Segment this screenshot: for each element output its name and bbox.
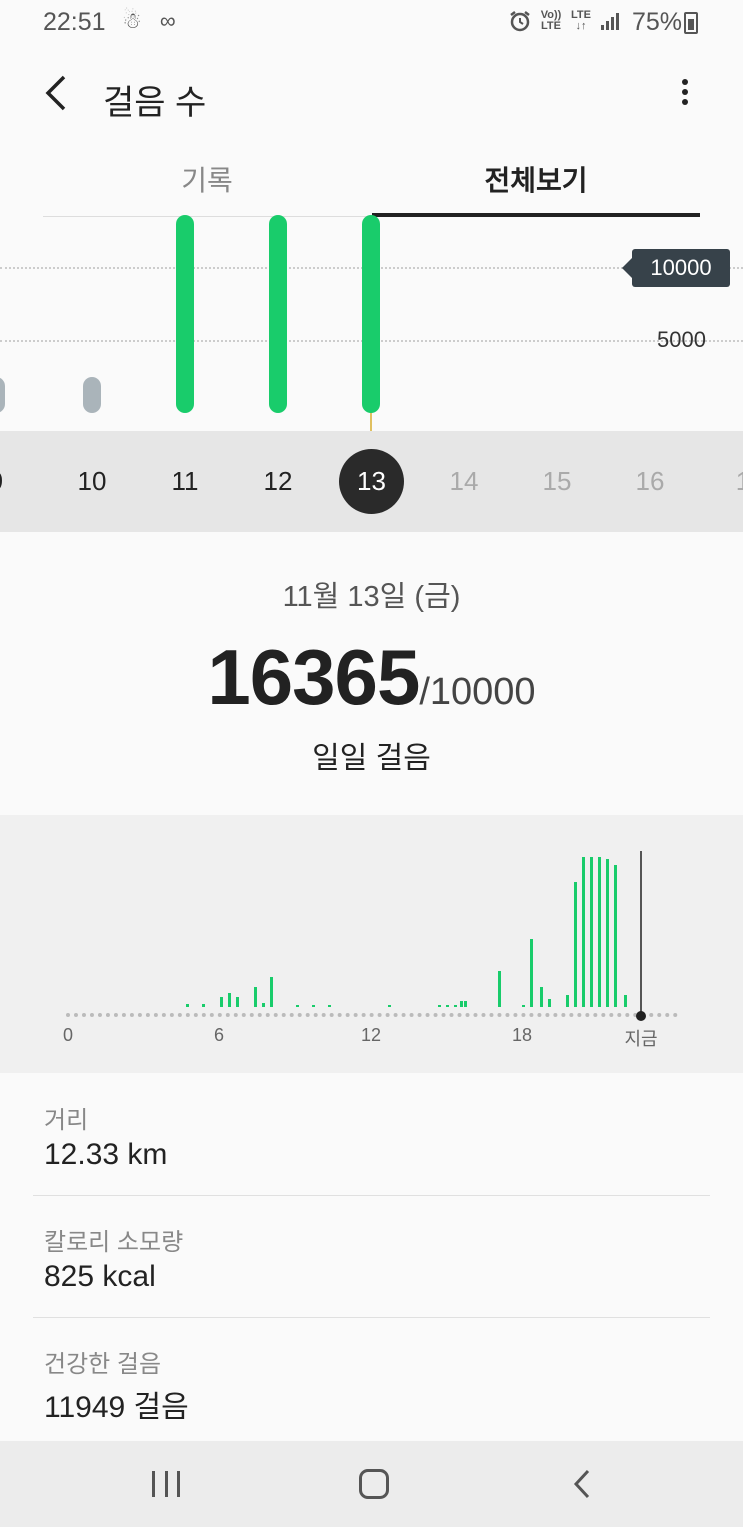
hourly-bar xyxy=(228,993,231,1007)
hourly-bar xyxy=(446,1005,449,1007)
alarm-icon xyxy=(510,11,530,32)
date-selector: 9 10 11 12 13 14 15 16 1 xyxy=(0,431,743,532)
hourly-bar xyxy=(464,1001,467,1007)
goal-badge: 10000 xyxy=(622,249,730,287)
date-item[interactable]: 10 xyxy=(62,466,122,497)
hourly-bar xyxy=(606,859,609,1007)
battery-icon xyxy=(684,12,698,34)
hourly-bar xyxy=(328,1005,331,1007)
nav-back-button[interactable] xyxy=(570,1467,594,1501)
hourly-bar xyxy=(438,1005,441,1007)
status-time: 22:51 xyxy=(43,8,106,36)
tab-bar: 기록 전체보기 xyxy=(43,160,700,217)
hourly-bar xyxy=(454,1005,457,1007)
hourly-bar xyxy=(590,857,593,1007)
stat-value: 11949 걸음 xyxy=(44,1391,189,1424)
recent-apps-button[interactable] xyxy=(152,1471,180,1497)
more-options-button[interactable] xyxy=(670,75,700,115)
hourly-bar xyxy=(220,997,223,1007)
step-count: 16365 xyxy=(207,633,420,721)
hourly-bar xyxy=(582,857,585,1007)
status-icons: Vo)) LTE LTE ↓↑ xyxy=(508,9,620,33)
battery-percent: 75% xyxy=(632,8,683,36)
back-button[interactable] xyxy=(38,71,78,115)
time-axis xyxy=(66,1013,678,1017)
day-bar[interactable] xyxy=(83,377,101,413)
hourly-bar xyxy=(548,999,551,1007)
hourly-bar xyxy=(574,882,577,1007)
stat-healthy-steps: 건강한 걸음 11949 걸음 xyxy=(33,1318,710,1440)
home-button[interactable] xyxy=(359,1469,389,1499)
hourly-bar xyxy=(522,1005,525,1007)
now-dot xyxy=(636,1011,646,1021)
stat-calories: 칼로리 소모량 825 kcal xyxy=(33,1196,710,1318)
date-item[interactable]: 11 xyxy=(155,466,215,497)
stat-label: 칼로리 소모량 xyxy=(44,1229,184,1256)
status-bar: 22:51 ☃ ∞ Vo)) LTE LTE ↓↑ 75% xyxy=(0,0,743,46)
tab-history[interactable]: 기록 xyxy=(43,160,371,217)
hourly-steps-chart: 0 6 12 18 지금 xyxy=(0,815,743,1073)
date-item[interactable]: 1 xyxy=(713,466,743,497)
day-bar[interactable] xyxy=(176,215,194,413)
tab-overview[interactable]: 전체보기 xyxy=(372,160,700,217)
hourly-bar xyxy=(624,995,627,1007)
step-count-line: 16365/10000 xyxy=(0,632,743,723)
stat-distance: 거리 12.33 km xyxy=(33,1074,710,1196)
axis-label: 18 xyxy=(511,1025,533,1045)
hourly-bar xyxy=(236,997,239,1007)
now-line xyxy=(640,851,642,1015)
chevron-left-icon xyxy=(45,75,66,111)
date-item[interactable]: 9 xyxy=(0,466,26,497)
hourly-bar xyxy=(498,971,501,1007)
hourly-bar xyxy=(312,1005,315,1007)
hourly-bar xyxy=(254,987,257,1007)
hourly-bar xyxy=(202,1004,205,1007)
hourly-bar xyxy=(262,1003,265,1007)
hourly-bar xyxy=(388,1005,391,1007)
daily-steps-chart: 10000 5000 xyxy=(0,215,743,431)
stat-label: 건강한 걸음 xyxy=(44,1351,162,1378)
more-vertical-icon xyxy=(670,79,700,105)
day-bar[interactable] xyxy=(0,377,5,413)
selected-date: 11월 13일 (금) xyxy=(282,581,461,613)
axis-label-now: 지금 xyxy=(624,1029,658,1049)
hourly-bar xyxy=(598,857,601,1007)
hourly-bar xyxy=(566,995,569,1007)
date-item[interactable]: 15 xyxy=(527,466,587,497)
step-goal: /10000 xyxy=(419,671,536,713)
signal-icon xyxy=(601,13,619,30)
hourly-bar xyxy=(296,1005,299,1007)
hourly-bar xyxy=(270,977,273,1007)
notification-icons: ☃ ∞ xyxy=(122,8,182,33)
date-item[interactable]: 14 xyxy=(434,466,494,497)
day-bar[interactable] xyxy=(362,215,380,413)
hourly-bar xyxy=(530,939,533,1007)
stat-label: 거리 xyxy=(44,1107,89,1134)
date-item-selected[interactable]: 13 xyxy=(339,449,404,514)
daily-steps-label: 일일 걸음 xyxy=(312,742,431,775)
y-tick-label: 5000 xyxy=(657,327,706,352)
stat-value: 825 kcal xyxy=(44,1260,156,1293)
back-arrow-icon xyxy=(573,1469,590,1499)
app-bar: 걸음 수 xyxy=(0,55,743,135)
hourly-bar xyxy=(540,987,543,1007)
axis-label: 6 xyxy=(213,1025,224,1045)
lte-icon: LTE ↓↑ xyxy=(571,9,591,32)
date-item[interactable]: 16 xyxy=(620,466,680,497)
axis-label: 12 xyxy=(360,1025,382,1045)
system-nav-bar xyxy=(0,1441,743,1527)
selected-day-indicator xyxy=(370,410,372,431)
hourly-bar xyxy=(614,865,617,1007)
hourly-bar xyxy=(186,1004,189,1007)
volte-icon: Vo)) LTE xyxy=(540,9,562,32)
day-bar[interactable] xyxy=(269,215,287,413)
axis-label: 0 xyxy=(62,1025,73,1045)
page-title: 걸음 수 xyxy=(103,84,207,122)
date-item[interactable]: 12 xyxy=(248,466,308,497)
hourly-bar xyxy=(460,1001,463,1007)
stat-value: 12.33 km xyxy=(44,1138,168,1171)
